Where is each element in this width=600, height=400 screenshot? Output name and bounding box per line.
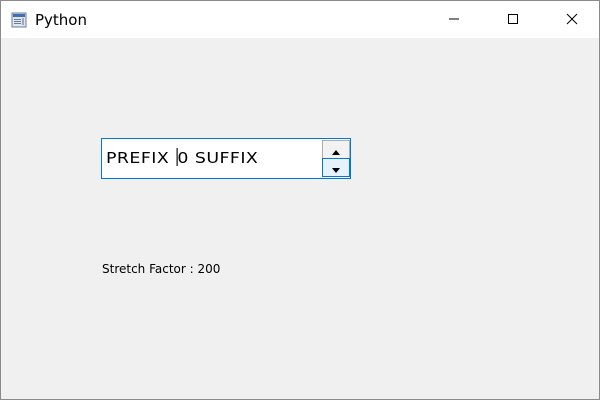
window-title: Python [35, 11, 87, 29]
main-window: Python PREFIX 0 SUFFIX Stretch Factor: … [0, 0, 600, 400]
client-area: PREFIX 0 SUFFIX Stretch Factor : 200 [1, 38, 599, 399]
spin-box-text[interactable]: PREFIX 0 SUFFIX [106, 148, 258, 168]
app-window-icon [11, 12, 27, 28]
stretch-factor-label: Stretch Factor : 200 [102, 262, 221, 276]
close-button[interactable] [549, 1, 595, 38]
maximize-icon [507, 10, 519, 29]
minimize-button[interactable] [431, 1, 477, 38]
spin-buttons [322, 140, 350, 177]
spin-box-prefix: PREFIX [106, 149, 176, 167]
close-icon [566, 10, 578, 29]
spin-box[interactable]: PREFIX 0 SUFFIX [101, 138, 351, 179]
spin-down-button[interactable] [322, 158, 350, 177]
arrow-down-icon [332, 158, 340, 177]
maximize-button[interactable] [490, 1, 536, 38]
arrow-up-icon [332, 140, 340, 159]
title-bar[interactable]: Python [1, 1, 599, 38]
spin-box-suffix: SUFFIX [188, 149, 259, 167]
spin-up-button[interactable] [322, 140, 350, 159]
spin-box-value: 0 [177, 149, 189, 167]
minimize-icon [448, 10, 460, 29]
